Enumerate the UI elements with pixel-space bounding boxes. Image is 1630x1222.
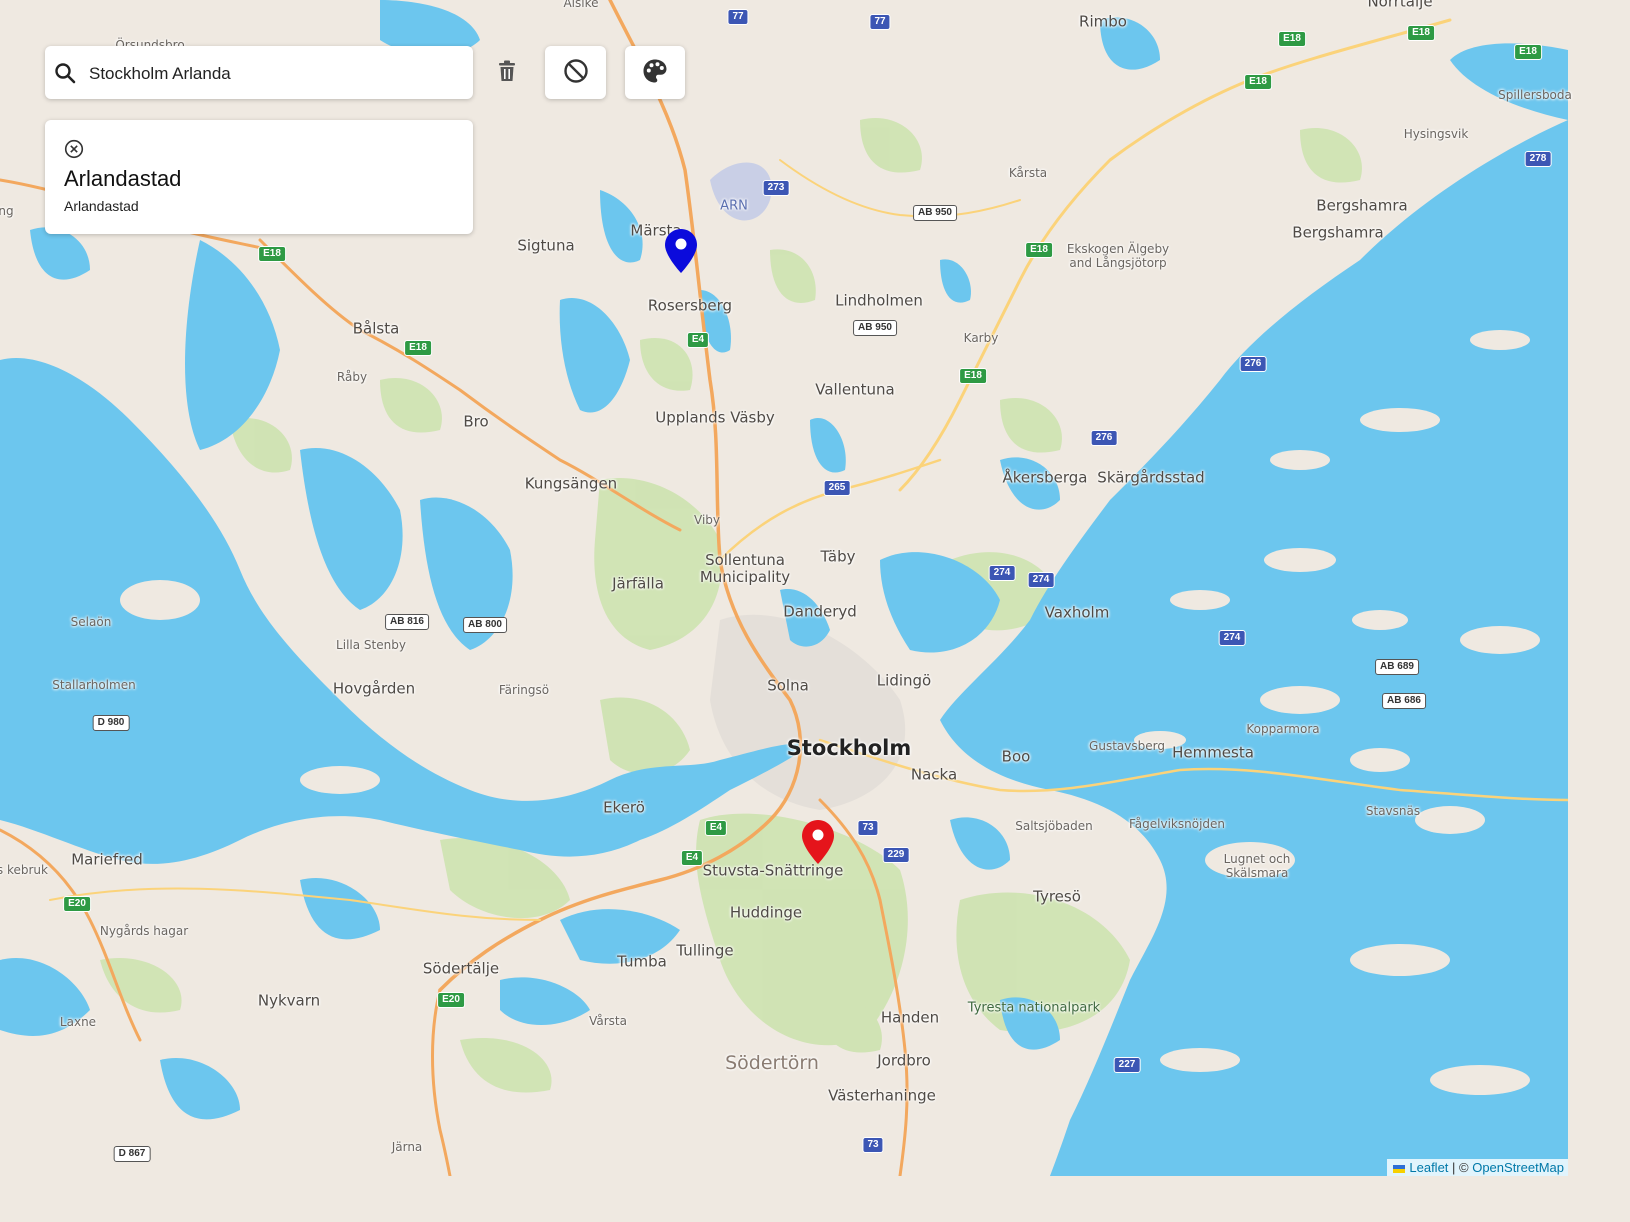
road-shield: 274 (1027, 572, 1055, 588)
road-shield: 227 (1113, 1057, 1141, 1073)
road-shield: E20 (437, 992, 465, 1008)
road-shield: 77 (727, 9, 749, 25)
road-shield: E4 (704, 820, 728, 836)
road-shield: AB 950 (913, 205, 957, 221)
theme-button[interactable] (625, 46, 685, 99)
road-shield: E18 (1407, 25, 1435, 41)
road-shield: AB 950 (853, 320, 897, 336)
leaflet-link[interactable]: Leaflet (1409, 1160, 1448, 1175)
palette-icon (642, 58, 668, 88)
road-shield: 73 (857, 820, 879, 836)
road-shield: E4 (680, 850, 704, 866)
road-shield: E18 (404, 340, 432, 356)
map-attribution: Leaflet | © OpenStreetMap (1387, 1159, 1568, 1176)
road-shield: 276 (1239, 356, 1267, 372)
road-shield: 73 (862, 1137, 884, 1153)
road-shield: E18 (1278, 31, 1306, 47)
result-subtitle: Arlandastad (64, 198, 139, 214)
search-result-card[interactable]: Arlandastad Arlandastad (45, 120, 473, 234)
delete-button[interactable] (492, 58, 522, 88)
block-icon (563, 58, 589, 88)
road-shield: 278 (1524, 151, 1552, 167)
result-title: Arlandastad (64, 166, 182, 191)
road-shield: E4 (686, 332, 710, 348)
destination-marker[interactable] (802, 820, 834, 868)
road-shield: D 980 (92, 715, 130, 731)
road-shield: AB 689 (1375, 659, 1419, 675)
destination-marker-pin-icon (802, 820, 834, 864)
start-marker[interactable] (665, 229, 697, 277)
road-shield: E20 (63, 896, 91, 912)
road-shield: E18 (1514, 44, 1542, 60)
road-shield: 77 (869, 14, 891, 30)
road-shield: E18 (258, 246, 286, 262)
start-marker-pin-icon (665, 229, 697, 273)
road-shield: 273 (762, 180, 790, 196)
attribution-separator: | © (1448, 1160, 1473, 1175)
search-input[interactable] (87, 58, 461, 90)
trash-icon (498, 60, 516, 86)
disable-button[interactable] (545, 46, 606, 99)
openstreetmap-link[interactable]: OpenStreetMap (1472, 1160, 1564, 1175)
road-shield: 276 (1090, 430, 1118, 446)
road-shield: D 867 (113, 1146, 151, 1162)
road-shield: 274 (988, 565, 1016, 581)
road-shield: E18 (1244, 74, 1272, 90)
ukraine-flag-icon (1393, 1164, 1406, 1173)
search-box[interactable] (45, 46, 473, 99)
road-shield: AB 686 (1382, 693, 1426, 709)
search-icon (54, 62, 76, 88)
close-circle-icon[interactable] (63, 138, 85, 160)
road-shield: 229 (882, 847, 910, 863)
road-shield: 265 (823, 480, 851, 496)
road-shield: 274 (1218, 630, 1246, 646)
road-shield: AB 816 (385, 614, 429, 630)
road-shield: E18 (1025, 242, 1053, 258)
road-shield: E18 (959, 368, 987, 384)
road-shield: AB 800 (463, 617, 507, 633)
